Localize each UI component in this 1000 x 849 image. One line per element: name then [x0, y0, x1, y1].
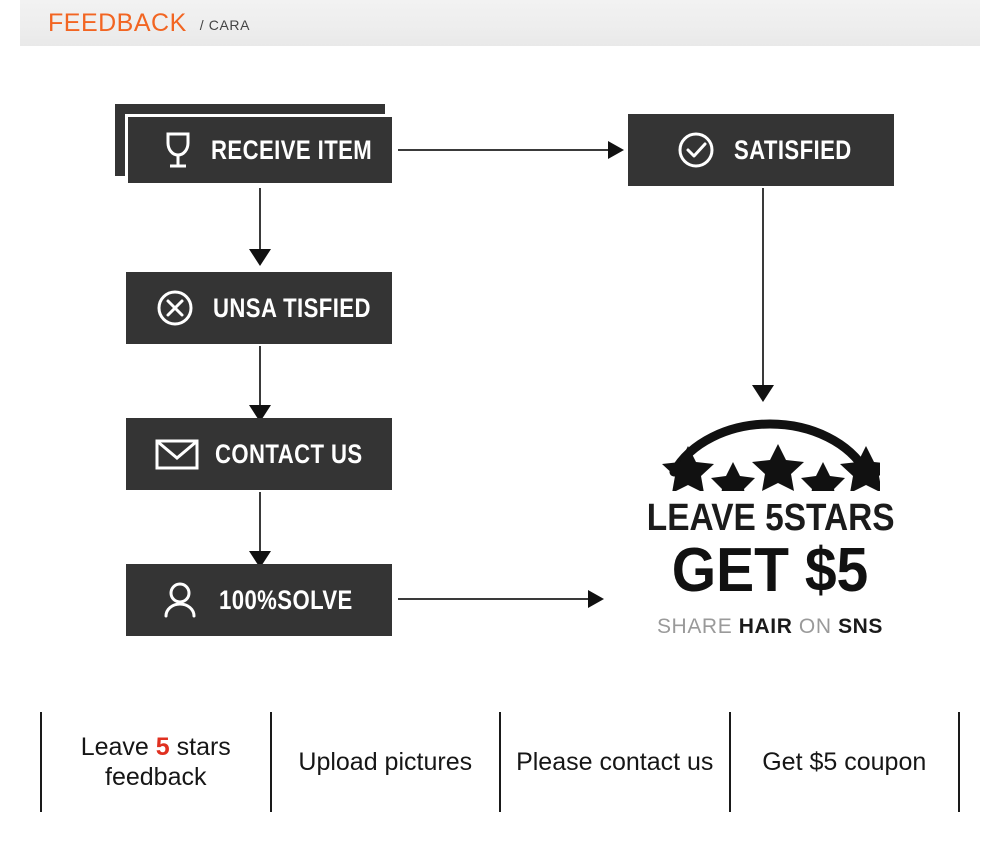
- promo-share-strong-sns: SNS: [838, 614, 884, 638]
- flow-node-satisfied[interactable]: SATISFIED: [628, 114, 894, 186]
- benefit-text-pre: Leave: [80, 732, 156, 761]
- flow-node-contact-us-label: CONTACT US: [215, 438, 363, 469]
- promo-share-prefix: SHARE: [656, 614, 733, 638]
- feedback-flow-diagram: RECEIVE ITEM SATISFIED UNSA TISFIED CONT…: [0, 46, 1000, 701]
- benefit-text-highlight: 5: [155, 732, 170, 761]
- benefit-text: Get $5 coupon: [762, 747, 927, 776]
- promo-share-strong-hair: HAIR: [738, 614, 793, 638]
- promo-headline-stars: LEAVE 5STARS: [646, 497, 895, 539]
- page-header: FEEDBACK / CARA: [20, 0, 980, 46]
- promo-share-note: SHARE HAIR ON SNS: [630, 615, 910, 639]
- flow-node-unsatisfied[interactable]: UNSA TISFIED: [126, 272, 392, 344]
- promo-block: LEAVE 5STARS GET $5 SHARE HAIR ON SNS: [630, 396, 910, 639]
- person-icon: [161, 580, 199, 620]
- wine-glass-icon: [161, 129, 195, 171]
- flow-node-contact-us[interactable]: CONTACT US: [126, 418, 392, 490]
- benefit-item-leave-5-stars-feedback: Leave 5 stars feedback: [40, 712, 272, 812]
- promo-share-middle: ON: [798, 614, 832, 638]
- benefit-text: Leave 5 stars feedback: [46, 732, 266, 793]
- check-circle-icon: [676, 130, 716, 170]
- benefit-text: Please contact us: [516, 747, 714, 776]
- x-circle-icon: [155, 288, 195, 328]
- flow-node-receive-item-label: RECEIVE ITEM: [211, 134, 373, 165]
- envelope-icon: [155, 437, 199, 471]
- page-subtitle: / CARA: [199, 17, 251, 33]
- benefit-item-get-5-coupon: Get $5 coupon: [731, 712, 960, 812]
- flow-node-solve-label: 100%SOLVE: [219, 584, 353, 615]
- benefit-item-upload-pictures: Upload pictures: [272, 712, 501, 812]
- flow-node-unsatisfied-label: UNSA TISFIED: [213, 292, 371, 323]
- flow-node-solve[interactable]: 100%SOLVE: [126, 564, 392, 636]
- five-stars-arc-icon: [662, 419, 880, 491]
- promo-headline-reward: GET $5: [671, 536, 869, 605]
- flow-node-receive-item[interactable]: RECEIVE ITEM: [125, 114, 395, 186]
- benefit-text: Upload pictures: [298, 747, 473, 776]
- benefit-item-please-contact-us: Please contact us: [501, 712, 731, 812]
- page-title: FEEDBACK: [48, 8, 187, 37]
- flow-node-satisfied-label: SATISFIED: [734, 134, 852, 165]
- benefits-row: Leave 5 stars feedback Upload pictures P…: [0, 712, 1000, 812]
